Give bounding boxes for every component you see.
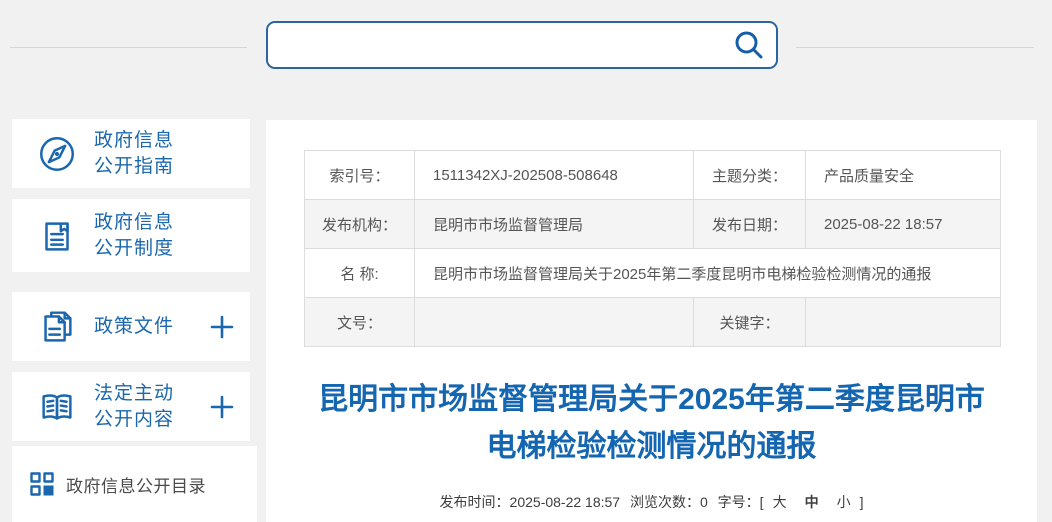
fontsize-large-button[interactable]: 大 [773, 494, 787, 510]
name-value: 昆明市市场监督管理局关于2025年第二季度昆明市电梯检验检测情况的通报 [415, 249, 1001, 298]
sidebar-item-label: 法定主动 公开内容 [94, 381, 174, 433]
page-title: 昆明市市场监督管理局关于2025年第二季度昆明市电梯检验检测情况的通报 [266, 376, 1037, 470]
sidebar-item-gov-info-catalog[interactable]: 政府信息公开目录 [12, 446, 257, 522]
publish-time-label: 发布时间： [440, 494, 510, 510]
main-content-panel: 索引号： 1511342XJ-202508-508648 主题分类： 产品质量安… [266, 120, 1037, 522]
topic-label: 主题分类： [694, 151, 806, 200]
index-label: 索引号： [305, 151, 415, 200]
name-label: 名 称: [305, 249, 415, 298]
docnum-value [415, 298, 694, 347]
grid-icon [30, 472, 54, 496]
fontsize-label: 字号： [718, 494, 760, 510]
docnum-label: 文号： [305, 298, 415, 347]
table-row: 索引号： 1511342XJ-202508-508648 主题分类： 产品质量安… [305, 151, 1001, 200]
open-book-icon [36, 386, 78, 428]
documents-icon [36, 306, 78, 348]
search-input[interactable] [268, 23, 732, 67]
plus-icon[interactable] [210, 315, 234, 339]
index-value: 1511342XJ-202508-508648 [415, 151, 694, 200]
page: 政府信息 公开指南 政府信息 公开制度 [0, 0, 1052, 522]
views-label: 浏览次数： [630, 494, 700, 510]
divider-line-left [10, 47, 247, 48]
date-label: 发布日期： [694, 200, 806, 249]
fontsize-medium-button[interactable]: 中 [805, 494, 819, 510]
divider-line-right [796, 47, 1034, 48]
top-search-bar [0, 0, 1052, 120]
keyword-value [806, 298, 1001, 347]
publish-time-value: 2025-08-22 18:57 [510, 494, 621, 510]
sidebar-item-label: 政府信息公开目录 [66, 472, 206, 497]
fontsize-small-button[interactable]: 小 [837, 494, 851, 510]
publisher-value: 昆明市市场监督管理局 [415, 200, 694, 249]
compass-icon [36, 133, 78, 175]
sidebar-item-policy-documents[interactable]: 政策文件 [12, 292, 250, 361]
table-row: 名 称: 昆明市市场监督管理局关于2025年第二季度昆明市电梯检验检测情况的通报 [305, 249, 1001, 298]
sidebar-item-gov-info-system[interactable]: 政府信息 公开制度 [12, 199, 250, 272]
search-box [266, 21, 778, 69]
search-icon[interactable] [732, 28, 766, 62]
notebook-icon [36, 215, 78, 257]
article-meta-line: 发布时间：2025-08-22 18:57 浏览次数：0 字号：[ 大 中 小] [266, 492, 1037, 512]
topic-value: 产品质量安全 [806, 151, 1001, 200]
sidebar-item-statutory-disclosure[interactable]: 法定主动 公开内容 [12, 372, 250, 441]
views-value: 0 [700, 494, 708, 510]
sidebar-item-label: 政府信息 公开指南 [94, 128, 174, 180]
sidebar-item-label: 政府信息 公开制度 [94, 210, 174, 262]
keyword-label: 关键字： [694, 298, 806, 347]
date-value: 2025-08-22 18:57 [806, 200, 1001, 249]
table-row: 文号： 关键字： [305, 298, 1001, 347]
document-meta-table: 索引号： 1511342XJ-202508-508648 主题分类： 产品质量安… [304, 150, 1001, 347]
sidebar-item-label: 政策文件 [94, 314, 174, 340]
publisher-label: 发布机构： [305, 200, 415, 249]
sidebar-item-gov-info-guide[interactable]: 政府信息 公开指南 [12, 119, 250, 188]
bracket-close: ] [860, 494, 864, 510]
bracket-open: [ [760, 494, 764, 510]
table-row: 发布机构： 昆明市市场监督管理局 发布日期： 2025-08-22 18:57 [305, 200, 1001, 249]
plus-icon[interactable] [210, 395, 234, 419]
